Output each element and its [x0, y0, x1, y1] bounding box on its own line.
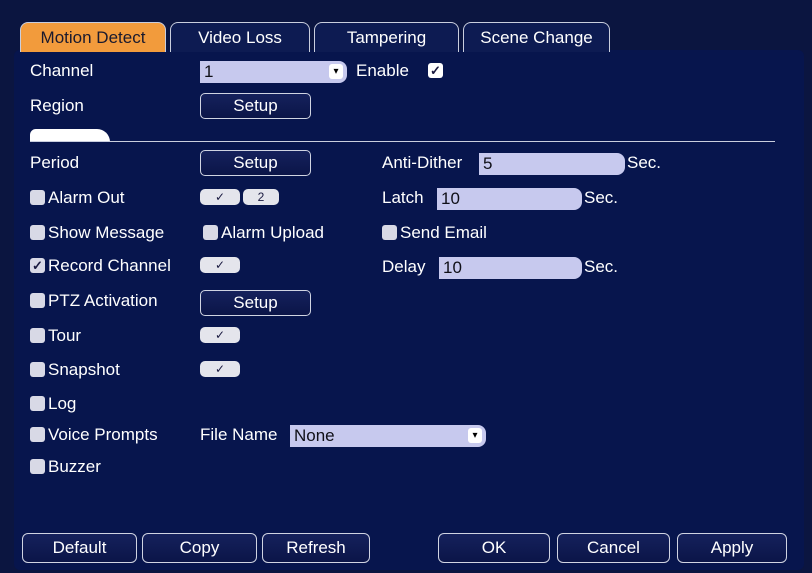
- channel-label: Channel: [30, 61, 94, 80]
- alarm-upload-label: Alarm Upload: [221, 223, 324, 242]
- send-email-checkbox[interactable]: [382, 225, 397, 240]
- refresh-button[interactable]: Refresh: [262, 533, 370, 563]
- check-icon: ✓: [32, 258, 43, 273]
- check-icon: ✓: [214, 258, 226, 272]
- log-checkbox[interactable]: [30, 396, 45, 411]
- alarm-out-checkbox[interactable]: [30, 190, 45, 205]
- anti-dither-input[interactable]: 5: [479, 153, 625, 175]
- voice-prompts-label: Voice Prompts: [48, 425, 158, 444]
- file-name-dropdown[interactable]: None ▾: [290, 425, 486, 447]
- apply-button[interactable]: Apply: [677, 533, 787, 563]
- send-email-label: Send Email: [400, 223, 487, 242]
- tab-motion-detect[interactable]: Motion Detect: [20, 22, 166, 52]
- record-channel-select-button[interactable]: ✓: [200, 257, 240, 273]
- cancel-button[interactable]: Cancel: [557, 533, 670, 563]
- section-divider: [30, 141, 775, 142]
- tab-scene-change[interactable]: Scene Change: [463, 22, 610, 52]
- alarm-upload-checkbox[interactable]: [203, 225, 218, 240]
- ok-button[interactable]: OK: [438, 533, 550, 563]
- enable-label: Enable: [356, 61, 409, 80]
- show-message-label: Show Message: [48, 223, 165, 242]
- channel-value: 1: [204, 62, 214, 81]
- alarm-out-label: Alarm Out: [48, 188, 125, 207]
- delay-input[interactable]: 10: [439, 257, 582, 279]
- enable-checkbox[interactable]: ✓: [428, 63, 443, 78]
- copy-button[interactable]: Copy: [142, 533, 257, 563]
- ptz-activation-label: PTZ Activation: [48, 291, 158, 310]
- check-icon: ✓: [214, 362, 226, 376]
- latch-label: Latch: [382, 188, 424, 207]
- chevron-down-icon: ▾: [329, 64, 343, 79]
- file-name-label: File Name: [200, 425, 278, 444]
- show-message-checkbox[interactable]: [30, 225, 45, 240]
- default-button[interactable]: Default: [22, 533, 137, 563]
- alarm-out-channel-chip[interactable]: 2: [243, 189, 279, 205]
- delay-label: Delay: [382, 257, 426, 276]
- log-label: Log: [48, 394, 77, 413]
- buzzer-label: Buzzer: [48, 457, 101, 476]
- tour-label: Tour: [48, 326, 82, 345]
- chevron-down-icon: ▾: [468, 428, 482, 443]
- voice-prompts-checkbox[interactable]: [30, 427, 45, 442]
- snapshot-label: Snapshot: [48, 360, 120, 379]
- record-channel-checkbox[interactable]: ✓: [30, 258, 45, 273]
- ptz-activation-checkbox[interactable]: [30, 293, 45, 308]
- ptz-setup-button[interactable]: Setup: [200, 290, 311, 316]
- motion-detect-window: Motion Detect Video Loss Tampering Scene…: [0, 0, 812, 573]
- snapshot-select-button[interactable]: ✓: [200, 361, 240, 377]
- check-icon: ✓: [214, 328, 226, 342]
- check-icon: ✓: [214, 190, 226, 204]
- tab-video-loss[interactable]: Video Loss: [170, 22, 310, 52]
- record-channel-label: Record Channel: [48, 256, 171, 275]
- anti-dither-label: Anti-Dither: [382, 153, 463, 172]
- period-label: Period: [30, 153, 80, 172]
- latch-input[interactable]: 10: [437, 188, 582, 210]
- channel-dropdown[interactable]: 1 ▾: [200, 61, 347, 83]
- tab-tampering[interactable]: Tampering: [314, 22, 459, 52]
- period-setup-button[interactable]: Setup: [200, 150, 311, 176]
- alarm-out-select-button[interactable]: ✓: [200, 189, 240, 205]
- tour-select-button[interactable]: ✓: [200, 327, 240, 343]
- tour-checkbox[interactable]: [30, 328, 45, 343]
- snapshot-checkbox[interactable]: [30, 362, 45, 377]
- buzzer-checkbox[interactable]: [30, 459, 45, 474]
- anti-dither-unit: Sec.: [627, 153, 662, 172]
- region-setup-button[interactable]: Setup: [200, 93, 311, 119]
- region-label: Region: [30, 96, 84, 115]
- check-icon: ✓: [430, 63, 441, 78]
- latch-unit: Sec.: [584, 188, 619, 207]
- delay-unit: Sec.: [584, 257, 619, 276]
- file-name-value: None: [294, 426, 335, 445]
